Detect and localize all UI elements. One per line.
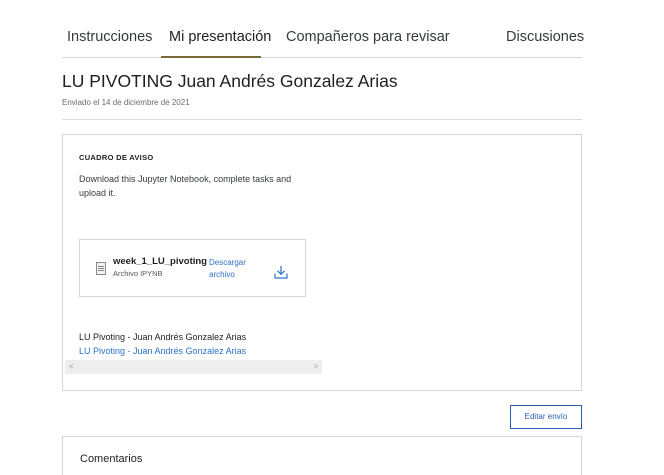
- attachment-box: week_1_LU_pivoting Archivo IPYNB Descarg…: [79, 239, 306, 297]
- tab-instrucciones[interactable]: Instrucciones: [67, 29, 152, 45]
- divider: [62, 119, 582, 120]
- download-link[interactable]: Descargar archivo: [209, 257, 257, 281]
- card-heading: CUADRO DE AVISO: [79, 153, 154, 162]
- horizontal-scrollbar[interactable]: < >: [65, 360, 322, 374]
- scroll-left-arrow-icon[interactable]: <: [69, 362, 74, 371]
- page-title: LU PIVOTING Juan Andrés Gonzalez Arias: [62, 71, 398, 91]
- edit-submission-button[interactable]: Editar envío: [510, 405, 582, 429]
- comments-title: Comentarios: [80, 453, 143, 465]
- active-tab-indicator: [161, 56, 261, 58]
- link-anchor[interactable]: LU Pivoting - Juan Andrés Gonzalez Arias: [79, 346, 246, 356]
- tab-discusiones[interactable]: Discusiones: [506, 29, 584, 45]
- comments-card: Comentarios: [62, 436, 582, 475]
- download-icon[interactable]: [273, 264, 289, 280]
- submission-card: CUADRO DE AVISO Download this Jupyter No…: [62, 134, 582, 391]
- file-icon: [96, 262, 106, 275]
- submitted-date: Enviado el 14 de diciembre de 2021: [62, 98, 190, 107]
- link-text: LU Pivoting - Juan Andrés Gonzalez Arias: [79, 332, 247, 342]
- tab-bar: Instrucciones Mi presentación Compañeros…: [62, 20, 584, 58]
- scroll-right-arrow-icon[interactable]: >: [313, 362, 318, 371]
- tab-companeros-para-revisar[interactable]: Compañeros para revisar: [286, 29, 450, 45]
- attachment-file-type: Archivo IPYNB: [113, 269, 163, 278]
- attachment-file-name: week_1_LU_pivoting: [113, 256, 207, 267]
- page: Instrucciones Mi presentación Compañeros…: [0, 0, 664, 475]
- tab-mi-presentacion[interactable]: Mi presentación: [169, 29, 271, 45]
- card-description: Download this Jupyter Notebook, complete…: [79, 174, 292, 198]
